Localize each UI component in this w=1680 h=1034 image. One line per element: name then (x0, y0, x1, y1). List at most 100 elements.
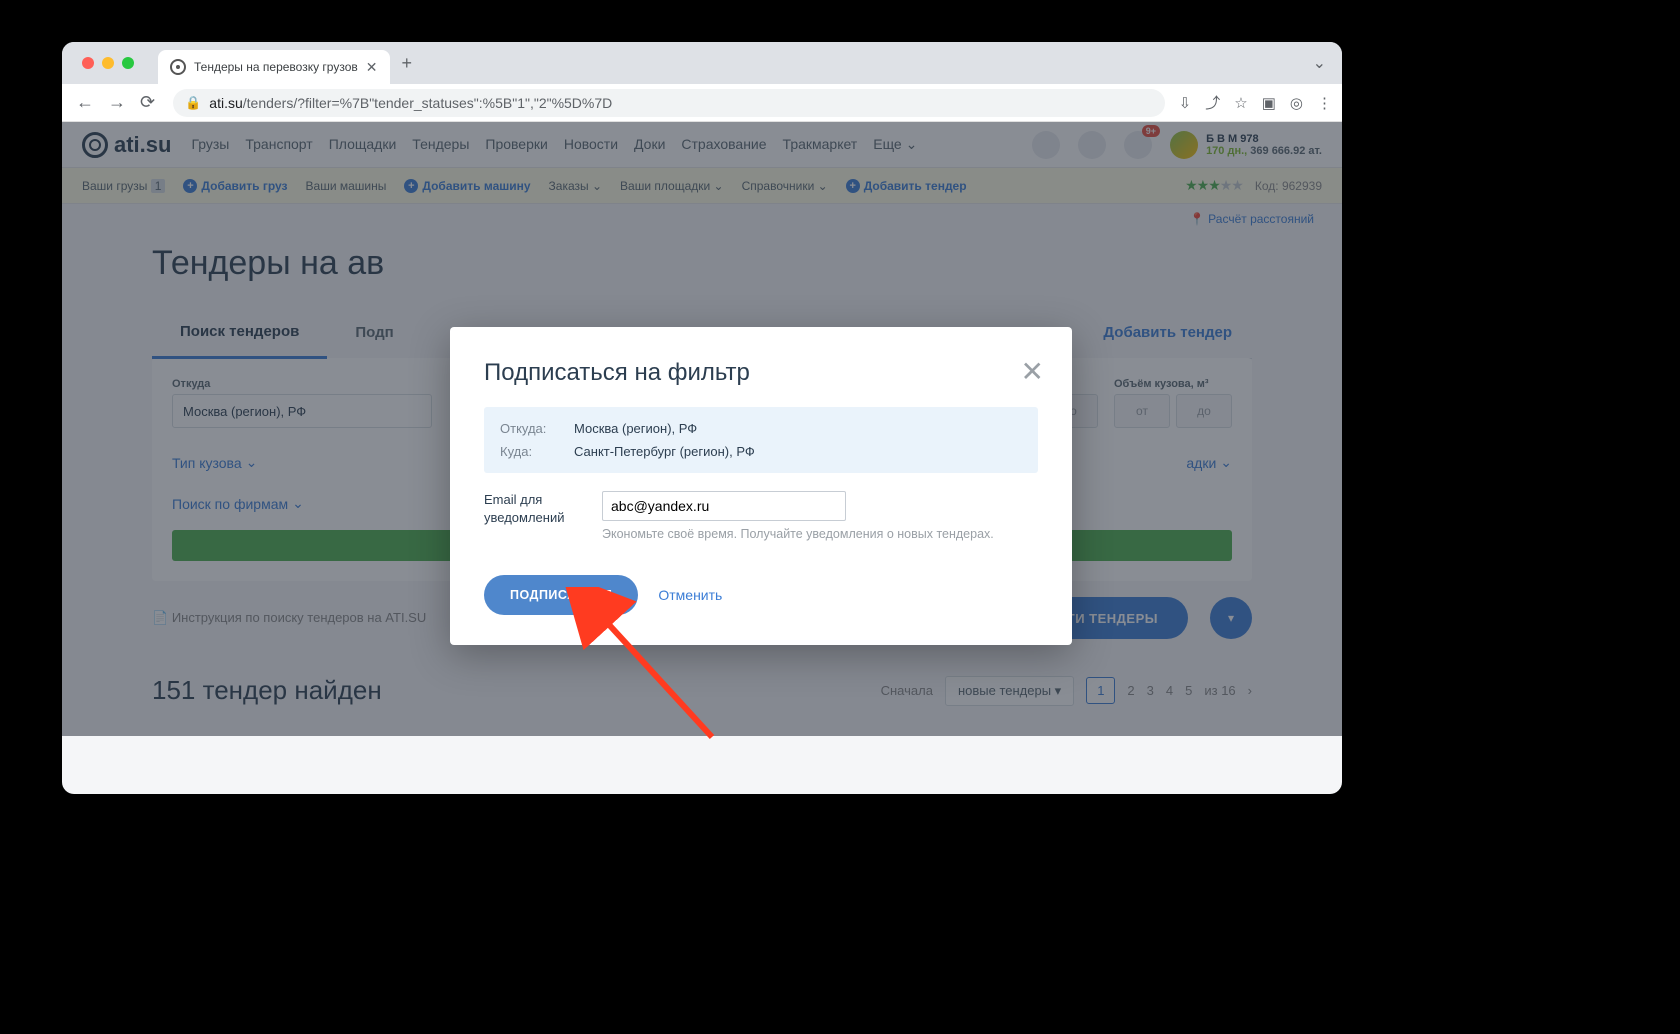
nav-more[interactable]: Еще ⌄ (873, 136, 917, 153)
page-4[interactable]: 4 (1166, 683, 1173, 698)
instruction-link[interactable]: 📄 Инструкция по поиску тендеров на ATI.S… (152, 610, 426, 626)
results-count: 151 тендер найден (152, 675, 382, 706)
sort-dropdown[interactable]: новые тендеры ▾ (945, 676, 1074, 706)
browser-tab[interactable]: Тендеры на перевозку грузов ✕ (158, 50, 390, 84)
subnav-refs[interactable]: Справочники ⌄ (742, 179, 828, 193)
subnav-your-sites[interactable]: Ваши площадки ⌄ (620, 179, 724, 193)
page-1[interactable]: 1 (1086, 677, 1115, 704)
new-tab-button[interactable]: + (390, 53, 425, 74)
url-path: /tenders/?filter=%7B"tender_statuses":%5… (243, 95, 613, 111)
nav-transport[interactable]: Транспорт (245, 136, 312, 153)
maximize-window-icon[interactable] (122, 57, 134, 69)
nav-tenders[interactable]: Тендеры (412, 136, 469, 153)
page-title: Тендеры на ав (152, 244, 1252, 283)
chat-icon[interactable] (1078, 131, 1106, 159)
subnav-your-vehicles[interactable]: Ваши машины (306, 179, 387, 193)
nav-docs[interactable]: Доки (634, 136, 665, 153)
rating-stars: ★★★★★ (1185, 177, 1243, 194)
subnav-add-vehicle[interactable]: +Добавить машину (404, 179, 530, 193)
page-2[interactable]: 2 (1127, 683, 1134, 698)
logo[interactable]: ati.su (82, 132, 171, 158)
nav-news[interactable]: Новости (564, 136, 618, 153)
page-3[interactable]: 3 (1147, 683, 1154, 698)
sites-dropdown[interactable]: адки ⌄ (1186, 442, 1232, 483)
user-days: 170 дн., (1206, 145, 1247, 157)
page-total: из 16 (1204, 683, 1235, 698)
browser-tab-strip: Тендеры на перевозку грузов ✕ + ⌄ (62, 42, 1342, 84)
modal-title: Подписаться на фильтр (484, 359, 1038, 387)
body-type-dropdown[interactable]: Тип кузова ⌄ (172, 442, 257, 483)
next-page-icon[interactable]: › (1248, 683, 1252, 698)
email-label: Email для уведомлений (484, 491, 584, 527)
user-menu[interactable]: Б В М 978 170 дн., 369 666.92 ат. (1170, 131, 1322, 159)
from-input[interactable]: Москва (регион), РФ (172, 394, 432, 428)
subscribe-button[interactable]: ПОДПИСАТЬСЯ (484, 575, 638, 615)
avatar (1170, 131, 1198, 159)
bookmark-icon[interactable]: ☆ (1234, 94, 1247, 112)
main-nav: Грузы Транспорт Площадки Тендеры Проверк… (191, 136, 917, 153)
logo-text: ati.su (114, 132, 171, 158)
modal-to-label: Куда: (500, 444, 562, 459)
user-code: Код: 962939 (1255, 179, 1322, 193)
extension-icon[interactable]: ◎ (1290, 94, 1303, 112)
sort-label: Сначала (881, 683, 933, 698)
site-header: ati.su Грузы Транспорт Площадки Тендеры … (62, 122, 1342, 168)
favicon-icon (170, 59, 186, 75)
subnav-orders[interactable]: Заказы ⌄ (549, 179, 603, 193)
results-row: 151 тендер найден Сначала новые тендеры … (152, 655, 1252, 726)
toolbar-right: ⇩ ⤴ ☆ ▣ ◎ ⋮ (1179, 92, 1332, 113)
modal-from-value: Москва (регион), РФ (574, 421, 1022, 436)
sub-nav: Ваши грузы 1 +Добавить груз Ваши машины … (62, 168, 1342, 204)
tab-subscriptions[interactable]: Подп (327, 308, 421, 357)
minimize-window-icon[interactable] (102, 57, 114, 69)
nav-trakmarket[interactable]: Тракмаркет (783, 136, 858, 153)
cancel-button[interactable]: Отменить (658, 587, 722, 603)
tab-title: Тендеры на перевозку грузов (194, 60, 358, 74)
notif-badge: 9+ (1142, 125, 1160, 137)
volume-from[interactable]: от (1114, 394, 1170, 428)
add-tender-button[interactable]: Добавить тендер (1083, 308, 1252, 357)
nav-cargo[interactable]: Грузы (191, 136, 229, 153)
nav-insurance[interactable]: Страхование (681, 136, 766, 153)
from-label: Откуда (172, 378, 432, 390)
lock-icon: 🔒 (185, 95, 201, 111)
distance-calc-link[interactable]: 📍 Расчёт расстояний (62, 204, 1342, 234)
nav-sites[interactable]: Площадки (329, 136, 397, 153)
subnav-add-cargo[interactable]: +Добавить груз (183, 179, 287, 193)
menu-icon[interactable]: ⋮ (1317, 94, 1332, 112)
share-icon[interactable]: ⤴ (1205, 92, 1220, 113)
subscribe-modal: ✕ Подписаться на фильтр Откуда: Москва (… (450, 327, 1072, 645)
url-host: ati.su (209, 95, 242, 111)
logo-icon (82, 132, 108, 158)
address-bar-row: ← → ⟳ 🔒 ati.su/tenders/?filter=%7B"tende… (62, 84, 1342, 122)
forward-button[interactable]: → (104, 92, 130, 113)
find-dropdown-button[interactable]: ▾ (1210, 597, 1252, 639)
close-window-icon[interactable] (82, 57, 94, 69)
nav-checks[interactable]: Проверки (485, 136, 547, 153)
url-bar[interactable]: 🔒 ati.su/tenders/?filter=%7B"tender_stat… (173, 89, 1165, 117)
close-tab-icon[interactable]: ✕ (366, 59, 378, 76)
window-controls (72, 57, 144, 69)
tabs-overflow-icon[interactable]: ⌄ (1297, 53, 1342, 73)
search-icon[interactable] (1032, 131, 1060, 159)
download-icon[interactable]: ⇩ (1179, 94, 1192, 112)
reload-button[interactable]: ⟳ (136, 92, 159, 113)
modal-filter-summary: Откуда: Москва (регион), РФ Куда: Санкт-… (484, 407, 1038, 473)
email-field[interactable] (602, 491, 846, 521)
panel-icon[interactable]: ▣ (1262, 94, 1276, 112)
modal-to-value: Санкт-Петербург (регион), РФ (574, 444, 1022, 459)
modal-from-label: Откуда: (500, 421, 562, 436)
user-balance: 369 666.92 ат. (1250, 145, 1322, 157)
close-icon[interactable]: ✕ (1021, 355, 1044, 388)
back-button[interactable]: ← (72, 92, 98, 113)
user-name: Б В М 978 (1206, 133, 1322, 145)
tab-search[interactable]: Поиск тендеров (152, 307, 327, 359)
page-5[interactable]: 5 (1185, 683, 1192, 698)
volume-label: Объём кузова, м³ (1114, 378, 1232, 390)
subnav-your-cargo[interactable]: Ваши грузы 1 (82, 179, 165, 193)
browser-window: Тендеры на перевозку грузов ✕ + ⌄ ← → ⟳ … (62, 42, 1342, 794)
subnav-add-tender[interactable]: +Добавить тендер (846, 179, 967, 193)
volume-to[interactable]: до (1176, 394, 1232, 428)
email-hint: Экономьте своё время. Получайте уведомле… (602, 527, 1038, 541)
notifications-icon[interactable]: 9+ (1124, 131, 1152, 159)
